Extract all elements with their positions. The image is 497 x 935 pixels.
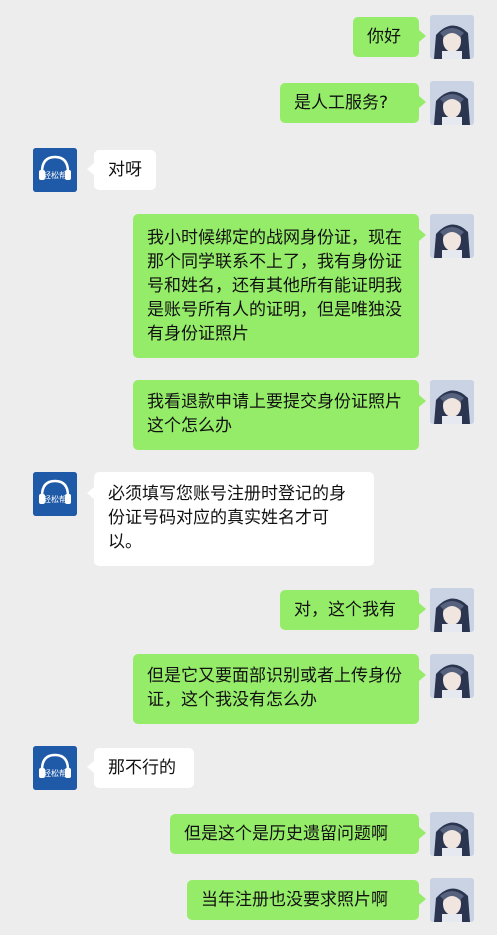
bubble-tail [87,487,94,499]
agent-avatar[interactable]: 轻松帮 [33,746,77,790]
agent-logo-text: 轻松帮 [43,494,67,504]
agent-avatar[interactable]: 轻松帮 [33,472,77,516]
user-avatar[interactable] [430,812,474,856]
user-avatar[interactable] [430,654,474,698]
message-text: 你好 [367,27,401,47]
message-bubble[interactable]: 我看退款申请上要提交身份证照片这个怎么办 [133,380,419,450]
user-avatar[interactable] [430,878,474,922]
chat-message-agent: 轻松帮 对呀 [0,148,497,192]
message-bubble[interactable]: 对，这个我有 [280,590,419,630]
bubble-tail [419,827,426,839]
chat-message-agent: 轻松帮 那不行的 [0,746,497,790]
bubble-tail [419,30,426,42]
message-text: 那不行的 [108,758,176,778]
chat-message-user: 但是这个是历史遗留问题啊 [0,812,497,856]
chat-message-user: 但是它又要面部识别或者上传身份证，这个我没有怎么办 [0,654,497,724]
bubble-tail [87,761,94,773]
user-avatar[interactable] [430,214,474,258]
chat-message-user: 是人工服务? [0,81,497,125]
message-bubble[interactable]: 你好 [353,17,419,57]
message-text: 我看退款申请上要提交身份证照片这个怎么办 [147,392,402,436]
message-text: 我小时候绑定的战网身份证，现在那个同学联系不上了，我有身份证号和姓名，还有其他所… [147,228,402,344]
message-bubble[interactable]: 但是这个是历史遗留问题啊 [170,814,419,854]
bubble-tail [419,603,426,615]
user-avatar[interactable] [430,380,474,424]
bubble-tail [419,229,426,241]
bubble-tail [419,669,426,681]
message-text: 是人工服务? [294,93,389,113]
chat-message-user: 我小时候绑定的战网身份证，现在那个同学联系不上了，我有身份证号和姓名，还有其他所… [0,214,497,358]
chat-message-user: 对，这个我有 [0,588,497,632]
message-bubble[interactable]: 但是它又要面部识别或者上传身份证，这个我没有怎么办 [133,654,419,724]
message-text: 但是它又要面部识别或者上传身份证，这个我没有怎么办 [147,666,402,710]
chat-message-user: 我看退款申请上要提交身份证照片这个怎么办 [0,380,497,450]
agent-logo-text: 轻松帮 [43,170,67,180]
user-avatar[interactable] [430,15,474,59]
message-bubble[interactable]: 我小时候绑定的战网身份证，现在那个同学联系不上了，我有身份证号和姓名，还有其他所… [133,214,419,358]
message-bubble[interactable]: 那不行的 [94,748,194,788]
agent-logo-text: 轻松帮 [43,768,67,778]
message-bubble[interactable]: 是人工服务? [280,83,419,123]
agent-avatar[interactable]: 轻松帮 [33,148,77,192]
user-avatar[interactable] [430,588,474,632]
bubble-tail [419,96,426,108]
message-text: 当年注册也没要求照片啊 [201,890,388,910]
bubble-tail [419,893,426,905]
chat-message-user: 当年注册也没要求照片啊 [0,878,497,922]
message-bubble[interactable]: 必须填写您账号注册时登记的身份证号码对应的真实姓名才可以。 [94,472,374,566]
message-bubble[interactable]: 对呀 [94,150,156,190]
bubble-tail [419,395,426,407]
message-text: 对，这个我有 [294,600,396,620]
user-avatar[interactable] [430,81,474,125]
chat-message-user: 你好 [0,15,497,59]
chat-message-agent: 轻松帮 必须填写您账号注册时登记的身份证号码对应的真实姓名才可以。 [0,472,497,566]
message-text: 对呀 [108,160,142,180]
message-text: 但是这个是历史遗留问题啊 [184,824,388,844]
message-text: 必须填写您账号注册时登记的身份证号码对应的真实姓名才可以。 [108,484,346,552]
message-bubble[interactable]: 当年注册也没要求照片啊 [187,880,419,920]
bubble-tail [87,163,94,175]
